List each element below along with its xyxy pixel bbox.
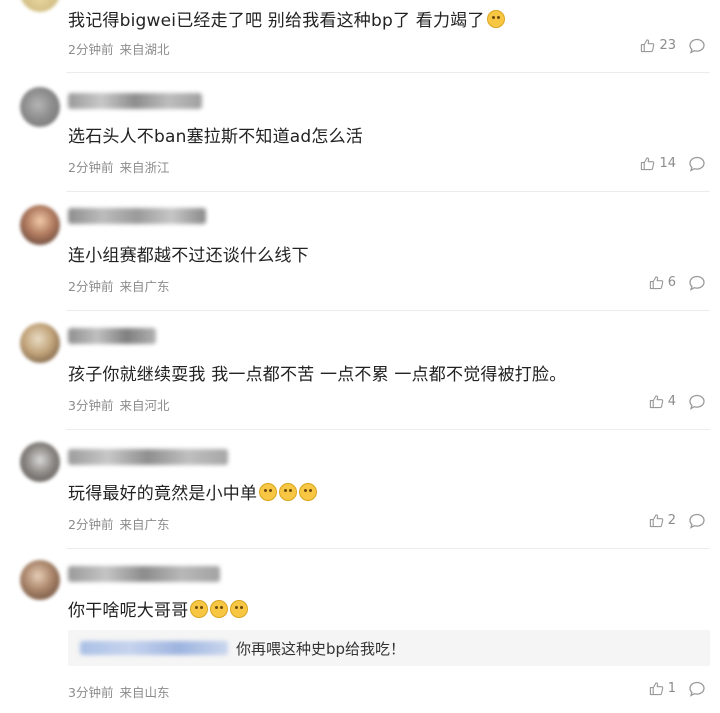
comment-text: 连小组赛都越不过还谈什么线下 bbox=[68, 246, 309, 266]
comment-text: 我记得bigwei已经走了吧 别给我看这种bp了 看力竭了 bbox=[68, 6, 505, 31]
thumbs-up-icon bbox=[641, 157, 655, 171]
sub-reply[interactable]: 你再喂这种史bp给我吃！ bbox=[68, 630, 710, 666]
comment-bubble-icon[interactable] bbox=[688, 680, 706, 698]
comment-item: 我记得bigwei已经走了吧 别给我看这种bp了 看力竭了 2分钟前 来自湖北 2… bbox=[0, 0, 720, 72]
thumbs-up-icon bbox=[649, 514, 664, 528]
comment-time: 2分钟前 bbox=[68, 42, 114, 57]
comment-item: 连小组赛都越不过还谈什么线下 2分钟前 来自广东 6 bbox=[0, 192, 720, 310]
comment-meta: 3分钟前 来自山东 bbox=[68, 682, 169, 701]
avatar[interactable] bbox=[20, 87, 60, 127]
comment-location: 来自湖北 bbox=[119, 42, 170, 57]
comment-meta: 2分钟前 来自广东 bbox=[68, 276, 169, 295]
like-button[interactable]: 23 bbox=[640, 38, 676, 53]
comment-text: 选石头人不ban塞拉斯不知道ad怎么活 bbox=[68, 127, 363, 147]
like-count: 23 bbox=[659, 38, 676, 53]
comment-item: 你干啥呢大哥哥 你再喂这种史bp给我吃！ 3分钟前 来自山东 1 bbox=[0, 549, 720, 713]
like-button[interactable]: 14 bbox=[640, 156, 676, 171]
emoji-icon bbox=[190, 600, 209, 618]
like-button[interactable]: 2 bbox=[649, 513, 676, 528]
comment-item: 孩子你就继续耍我 我一点都不苦 一点不累 一点都不觉得被打脸。 3分钟前 来自河北… bbox=[0, 311, 720, 429]
avatar[interactable] bbox=[20, 0, 60, 12]
comment-location: 来自河北 bbox=[119, 398, 170, 413]
comment-text: 玩得最好的竟然是小中单 bbox=[68, 479, 318, 504]
emoji-icon bbox=[230, 600, 249, 618]
avatar[interactable] bbox=[20, 442, 60, 482]
avatar[interactable] bbox=[20, 323, 60, 363]
username[interactable] bbox=[68, 328, 156, 344]
like-count: 2 bbox=[667, 513, 676, 528]
comment-location: 来自浙江 bbox=[119, 160, 170, 175]
comment-meta: 2分钟前 来自湖北 bbox=[68, 39, 169, 58]
thumbs-up-icon bbox=[649, 395, 664, 409]
thumbs-up-icon bbox=[649, 276, 664, 290]
username[interactable] bbox=[68, 566, 220, 582]
comment-location: 来自广东 bbox=[119, 517, 170, 532]
comment-time: 2分钟前 bbox=[68, 160, 114, 175]
comment-location: 来自广东 bbox=[119, 279, 170, 294]
like-button[interactable]: 4 bbox=[649, 394, 676, 409]
username[interactable] bbox=[68, 93, 202, 109]
comment-meta: 2分钟前 来自广东 bbox=[68, 514, 169, 533]
like-count: 4 bbox=[667, 394, 676, 409]
emoji-icon bbox=[210, 600, 229, 618]
thumbs-up-icon bbox=[641, 39, 655, 53]
comment-bubble-icon[interactable] bbox=[688, 155, 706, 173]
emoji-icon bbox=[279, 483, 298, 501]
reply-text: 你再喂这种史bp给我吃！ bbox=[236, 640, 406, 658]
comment-text: 你干啥呢大哥哥 bbox=[68, 596, 249, 621]
reply-username[interactable] bbox=[80, 641, 228, 655]
like-count: 6 bbox=[667, 275, 676, 290]
thumbs-up-icon bbox=[649, 682, 664, 696]
comment-meta: 2分钟前 来自浙江 bbox=[68, 157, 169, 176]
comment-bubble-icon[interactable] bbox=[688, 393, 706, 411]
comment-time: 3分钟前 bbox=[68, 685, 114, 700]
comment-text: 孩子你就继续耍我 我一点都不苦 一点不累 一点都不觉得被打脸。 bbox=[68, 365, 567, 385]
emoji-icon bbox=[259, 483, 278, 501]
comment-item: 选石头人不ban塞拉斯不知道ad怎么活 2分钟前 来自浙江 14 bbox=[0, 73, 720, 191]
like-count: 1 bbox=[667, 681, 676, 696]
emoji-icon bbox=[299, 483, 318, 501]
username[interactable] bbox=[68, 208, 206, 224]
comment-item: 玩得最好的竟然是小中单 2分钟前 来自广东 2 bbox=[0, 430, 720, 548]
comment-time: 2分钟前 bbox=[68, 517, 114, 532]
comment-bubble-icon[interactable] bbox=[688, 512, 706, 530]
comment-bubble-icon[interactable] bbox=[688, 274, 706, 292]
avatar[interactable] bbox=[20, 205, 60, 245]
like-count: 14 bbox=[659, 156, 676, 171]
comment-meta: 3分钟前 来自河北 bbox=[68, 395, 169, 414]
username[interactable] bbox=[68, 449, 228, 465]
like-button[interactable]: 1 bbox=[649, 681, 676, 696]
emoji-icon bbox=[486, 10, 505, 28]
comment-bubble-icon[interactable] bbox=[688, 37, 706, 55]
comment-time: 3分钟前 bbox=[68, 398, 114, 413]
comment-time: 2分钟前 bbox=[68, 279, 114, 294]
like-button[interactable]: 6 bbox=[649, 275, 676, 290]
comment-location: 来自山东 bbox=[119, 685, 170, 700]
avatar[interactable] bbox=[20, 560, 60, 600]
